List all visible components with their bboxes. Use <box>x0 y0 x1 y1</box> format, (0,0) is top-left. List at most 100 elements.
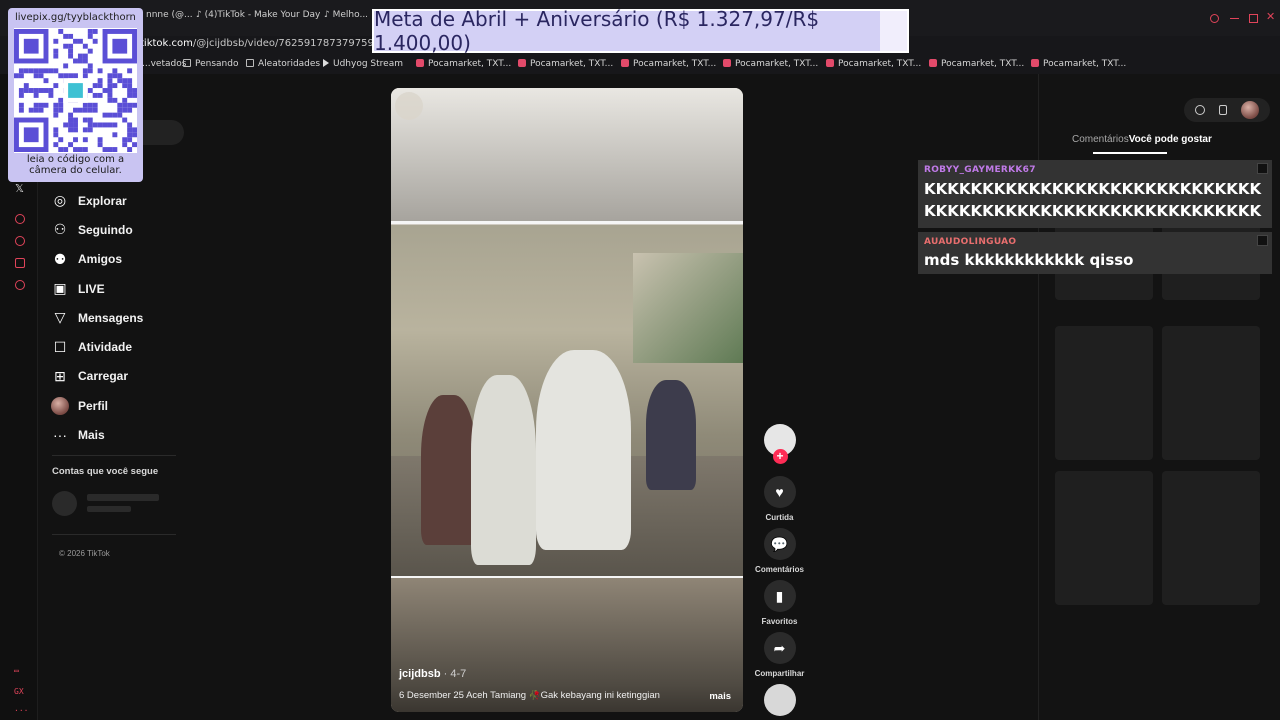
phone-icon[interactable] <box>1219 105 1227 115</box>
tab-suggested[interactable]: Você pode gostar <box>1129 134 1212 145</box>
qr-module <box>127 147 133 152</box>
goal-text: Meta de Abril + Aniversário (R$ 1.327,97… <box>374 7 820 55</box>
extensions-icon[interactable] <box>15 258 25 268</box>
nav-item-profile[interactable]: Perfil <box>46 391 186 420</box>
more-icon[interactable]: ··· <box>14 706 28 715</box>
nav-label: Amigos <box>78 252 123 267</box>
minimize-icon[interactable] <box>1230 14 1239 19</box>
folder-icon <box>246 59 254 67</box>
suggested-video[interactable] <box>1055 471 1153 605</box>
comments-button[interactable]: 💬 Comentários <box>752 528 807 574</box>
bookmark-item[interactable]: Udhyog Stream <box>323 59 403 69</box>
chat-text: mds kkkkkkkkkkkk qisso <box>924 251 1134 269</box>
qr-module <box>82 68 88 74</box>
url-text[interactable]: tiktok.com/@jcijdbsb/video/7625917873797… <box>140 38 399 49</box>
live-icon: ▣ <box>53 280 67 297</box>
heart-icon <box>723 59 731 67</box>
qr-module <box>18 92 24 98</box>
qr-module <box>68 33 74 39</box>
bookmark-item[interactable]: Pocamarket, TXT... <box>929 59 1024 69</box>
qr-module <box>97 83 103 89</box>
like-button[interactable]: ♥ Curtida <box>752 476 807 522</box>
author-avatar[interactable]: + <box>752 424 807 464</box>
tab-comments[interactable]: Comentários <box>1072 134 1129 145</box>
share-button[interactable]: ➦ Compartilhar <box>752 632 807 678</box>
x-icon[interactable]: 𝕏 <box>15 182 24 195</box>
follow-plus-icon[interactable]: + <box>772 449 788 464</box>
browser-tab[interactable]: nnne (@... <box>146 10 193 20</box>
qr-module <box>92 29 98 34</box>
bookmark-item[interactable]: Pocamarket, TXT... <box>723 59 818 69</box>
bookmark-item[interactable]: Pocamarket, TXT... <box>1031 59 1126 69</box>
qr-module <box>68 142 74 148</box>
qr-module <box>87 29 93 34</box>
share-label: Compartilhar <box>754 669 805 678</box>
avatar[interactable] <box>763 684 796 716</box>
compass-icon[interactable] <box>1195 105 1205 115</box>
suggested-video[interactable] <box>1055 326 1153 460</box>
qr-module <box>58 73 64 79</box>
bookmark-item[interactable]: ...vetados <box>142 59 186 69</box>
suggested-video[interactable] <box>1162 326 1260 460</box>
sound-avatar[interactable] <box>752 684 807 716</box>
nav-item-friends[interactable]: ⚉ Amigos <box>46 245 186 274</box>
bookmark-item[interactable]: Pocamarket, TXT... <box>621 59 716 69</box>
qr-module <box>112 68 118 74</box>
qr-module <box>18 73 24 79</box>
settings-icon[interactable] <box>15 280 25 290</box>
qr-module <box>127 102 133 108</box>
qr-module <box>107 122 113 128</box>
nav-item-messages[interactable]: ▽ Mensagens <box>46 303 186 332</box>
qr-module <box>97 142 103 148</box>
active-tab-indicator <box>1093 152 1167 154</box>
nav-item-activity[interactable]: ☐ Atividade <box>46 332 186 361</box>
qr-module <box>127 68 133 74</box>
history-icon[interactable] <box>15 236 25 246</box>
qr-module <box>28 88 34 93</box>
avatar[interactable] <box>1241 101 1259 119</box>
close-icon[interactable]: ✕ <box>1266 10 1275 23</box>
nav-item-more[interactable]: ··· Mais <box>46 420 186 449</box>
video-username[interactable]: jcijdbsb · 4-7 <box>399 668 466 680</box>
qr-module <box>122 107 128 113</box>
bookmark-item[interactable]: Aleatoridades <box>246 59 320 69</box>
username[interactable]: jcijdbsb <box>399 668 441 680</box>
search-input[interactable] <box>140 120 184 145</box>
qr-module <box>82 58 88 64</box>
qr-module <box>68 43 74 49</box>
qr-module <box>73 107 78 113</box>
bookmark-item[interactable]: Pocamarket, TXT... <box>416 59 511 69</box>
player-icon[interactable] <box>15 214 25 224</box>
qr-module <box>53 107 59 113</box>
nav-item-upload[interactable]: ⊞ Carregar <box>46 362 186 391</box>
bookmark-item[interactable]: Pensando <box>183 59 238 69</box>
gx-icon[interactable]: GX <box>14 687 24 696</box>
qr-module <box>53 83 59 89</box>
bookmark-item[interactable]: Pocamarket, TXT... <box>826 59 921 69</box>
bookmark-item[interactable]: Pocamarket, TXT... <box>518 59 613 69</box>
browser-tab[interactable]: ♪ Melho... <box>324 10 368 20</box>
nav-item-following[interactable]: ⚇ Seguindo <box>46 215 186 244</box>
qr-module <box>68 83 83 98</box>
qr-module <box>92 38 98 44</box>
qr-module <box>87 88 93 93</box>
qr-module <box>132 88 137 93</box>
panel-tabs: ComentáriosVocê pode gostar <box>1072 134 1212 145</box>
qr-module <box>122 97 128 103</box>
qr-module <box>77 107 83 113</box>
nav-label: Mensagens <box>78 310 144 325</box>
suggested-video[interactable] <box>1162 471 1260 605</box>
video-player[interactable]: jcijdbsb · 4-7 6 Desember 25 Aceh Tamian… <box>391 88 743 712</box>
avatar[interactable]: + <box>763 424 796 464</box>
favorites-button[interactable]: ▮ Favoritos <box>752 580 807 626</box>
search-icon[interactable] <box>1210 14 1219 23</box>
nav-item-live[interactable]: ▣ LIVE <box>46 274 186 303</box>
emoji-overlay <box>395 92 423 120</box>
wallet-icon[interactable]: ▭ <box>14 666 19 675</box>
nav-item-explore[interactable]: ◎ Explorar <box>46 186 186 215</box>
qr-module <box>132 127 137 133</box>
maximize-icon[interactable] <box>1249 14 1258 23</box>
more-button[interactable]: mais <box>709 691 731 702</box>
qr-module <box>107 112 113 118</box>
browser-tab-tiktok[interactable]: ♪ (4)TikTok - Make Your Day <box>196 10 320 20</box>
